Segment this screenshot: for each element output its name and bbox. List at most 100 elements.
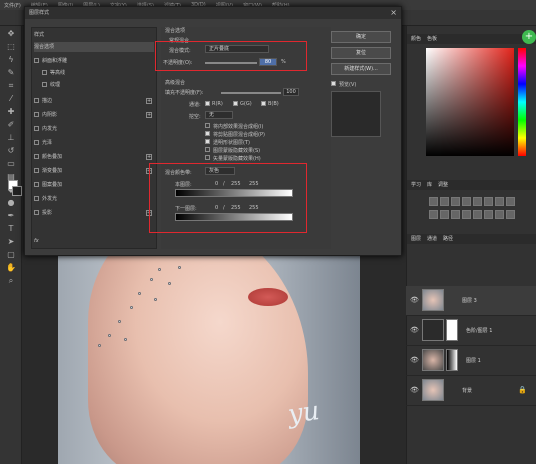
checkbox[interactable] <box>34 126 39 131</box>
channel-mixer-icon[interactable] <box>440 210 449 219</box>
reset-button[interactable]: 复位 <box>331 47 391 59</box>
tab-learn[interactable]: 学习 <box>411 180 421 190</box>
style-item-inner-glow[interactable]: 内发光 <box>34 124 154 134</box>
new-style-button[interactable]: 新建样式(W)... <box>331 63 391 75</box>
style-item-gradient-overlay[interactable]: 渐变叠加 + <box>34 166 154 176</box>
style-item-bevel[interactable]: 斜面和浮雕 <box>34 56 154 66</box>
color-balance-icon[interactable] <box>495 197 504 206</box>
fx-menu[interactable]: fx <box>34 236 154 246</box>
eye-icon[interactable]: 👁 <box>410 386 419 394</box>
channel-b-checkbox[interactable] <box>261 101 266 106</box>
layer-name[interactable]: 色阶/图层 1 <box>466 327 492 334</box>
move-tool-icon[interactable]: ✥ <box>4 29 18 39</box>
knockout-select[interactable]: 无 <box>205 111 233 119</box>
styles-header[interactable]: 样式 <box>34 30 154 40</box>
style-item-outer-glow[interactable]: 外发光 <box>34 194 154 204</box>
gradient-map-icon[interactable] <box>495 210 504 219</box>
checkbox[interactable] <box>42 82 47 87</box>
adv-option-checkbox[interactable] <box>205 123 210 128</box>
eyedropper-icon[interactable]: ⁄ <box>4 94 18 104</box>
hue-sat-icon[interactable] <box>484 197 493 206</box>
type-tool-icon[interactable]: T <box>4 224 18 234</box>
blend-options-item[interactable]: 混合选项 <box>34 42 154 52</box>
menu-file[interactable]: 文件(F) <box>4 2 21 9</box>
checkbox[interactable] <box>34 154 39 159</box>
layer-row[interactable]: 👁 色阶/图层 1 <box>406 316 536 346</box>
checkbox[interactable] <box>34 140 39 145</box>
layer-name[interactable]: 图层 3 <box>462 297 477 304</box>
dodge-tool-icon[interactable]: ● <box>4 198 18 208</box>
history-brush-icon[interactable]: ↺ <box>4 146 18 156</box>
checkbox[interactable] <box>34 98 39 103</box>
tab-layers[interactable]: 图层 <box>411 234 421 244</box>
lasso-tool-icon[interactable]: ϟ <box>4 55 18 65</box>
opacity-input[interactable]: 80 <box>259 58 277 66</box>
blend-mode-select[interactable]: 正片叠底 <box>205 45 269 53</box>
channel-r-checkbox[interactable] <box>205 101 210 106</box>
background-color-swatch[interactable] <box>12 186 22 196</box>
add-icon[interactable]: + <box>146 112 152 118</box>
tab-adjustments[interactable]: 调整 <box>438 180 448 190</box>
checkbox[interactable] <box>42 70 47 75</box>
layer-row[interactable]: 👁 图层 1 <box>406 346 536 376</box>
vibrance-icon[interactable] <box>473 197 482 206</box>
threshold-icon[interactable] <box>484 210 493 219</box>
checkbox[interactable] <box>34 210 39 215</box>
marquee-tool-icon[interactable]: ⬚ <box>4 42 18 52</box>
this-layer-gradient-slider[interactable] <box>175 189 293 197</box>
curves-icon[interactable] <box>451 197 460 206</box>
preview-checkbox[interactable] <box>331 81 336 86</box>
checkbox[interactable] <box>34 182 39 187</box>
brightness-icon[interactable] <box>429 197 438 206</box>
shape-tool-icon[interactable]: ▢ <box>4 250 18 260</box>
pen-tool-icon[interactable]: ✒ <box>4 211 18 221</box>
layer-row[interactable]: 👁 背景 🔒 <box>406 376 536 406</box>
healing-brush-icon[interactable]: ✚ <box>4 107 18 117</box>
brush-tool-icon[interactable]: ✐ <box>4 120 18 130</box>
style-item-pattern-overlay[interactable]: 图案叠加 <box>34 180 154 190</box>
hand-tool-icon[interactable]: ✋ <box>4 263 18 273</box>
add-icon[interactable]: + <box>522 30 536 44</box>
levels-icon[interactable] <box>440 197 449 206</box>
photo-filter-icon[interactable] <box>429 210 438 219</box>
eraser-tool-icon[interactable]: ▭ <box>4 159 18 169</box>
stamp-tool-icon[interactable]: ⊥ <box>4 133 18 143</box>
color-picker-field[interactable] <box>426 48 514 156</box>
tab-libraries[interactable]: 库 <box>427 180 432 190</box>
eye-icon[interactable]: 👁 <box>410 356 419 364</box>
tab-channels[interactable]: 通道 <box>427 234 437 244</box>
blend-if-select[interactable]: 灰色 <box>205 167 235 175</box>
add-icon[interactable]: + <box>146 154 152 160</box>
tab-paths[interactable]: 路径 <box>443 234 453 244</box>
quick-select-icon[interactable]: ✎ <box>4 68 18 78</box>
close-icon[interactable]: × <box>390 8 397 17</box>
dialog-titlebar[interactable]: 图层样式 × <box>25 7 401 19</box>
style-item-satin[interactable]: 光泽 <box>34 138 154 148</box>
checkbox[interactable] <box>34 112 39 117</box>
style-item-stroke[interactable]: 描边 + <box>34 96 154 106</box>
checkbox[interactable] <box>34 196 39 201</box>
style-item-drop-shadow[interactable]: 投影 + <box>34 208 154 218</box>
exposure-icon[interactable] <box>462 197 471 206</box>
adv-option-checkbox[interactable] <box>205 139 210 144</box>
ok-button[interactable]: 确定 <box>331 31 391 43</box>
style-item-texture[interactable]: 纹理 <box>42 80 162 90</box>
eye-icon[interactable]: 👁 <box>410 326 419 334</box>
lookup-icon[interactable] <box>451 210 460 219</box>
adv-option-checkbox[interactable] <box>205 131 210 136</box>
bw-icon[interactable] <box>506 197 515 206</box>
opacity-slider[interactable] <box>205 62 257 64</box>
style-item-contour[interactable]: 等高线 <box>42 68 162 78</box>
tab-color[interactable]: 颜色 <box>411 34 421 44</box>
path-select-icon[interactable]: ➤ <box>4 237 18 247</box>
checkbox[interactable] <box>34 58 39 63</box>
fill-opacity-input[interactable]: 100 <box>283 88 299 96</box>
adv-option-checkbox[interactable] <box>205 155 210 160</box>
adv-option-checkbox[interactable] <box>205 147 210 152</box>
hue-slider[interactable] <box>518 48 526 156</box>
style-item-color-overlay[interactable]: 颜色叠加 + <box>34 152 154 162</box>
eye-icon[interactable]: 👁 <box>410 296 419 304</box>
crop-tool-icon[interactable]: ⌗ <box>4 81 18 91</box>
layer-row[interactable]: 👁 图层 3 <box>406 286 536 316</box>
layer-name[interactable]: 图层 1 <box>466 357 481 364</box>
